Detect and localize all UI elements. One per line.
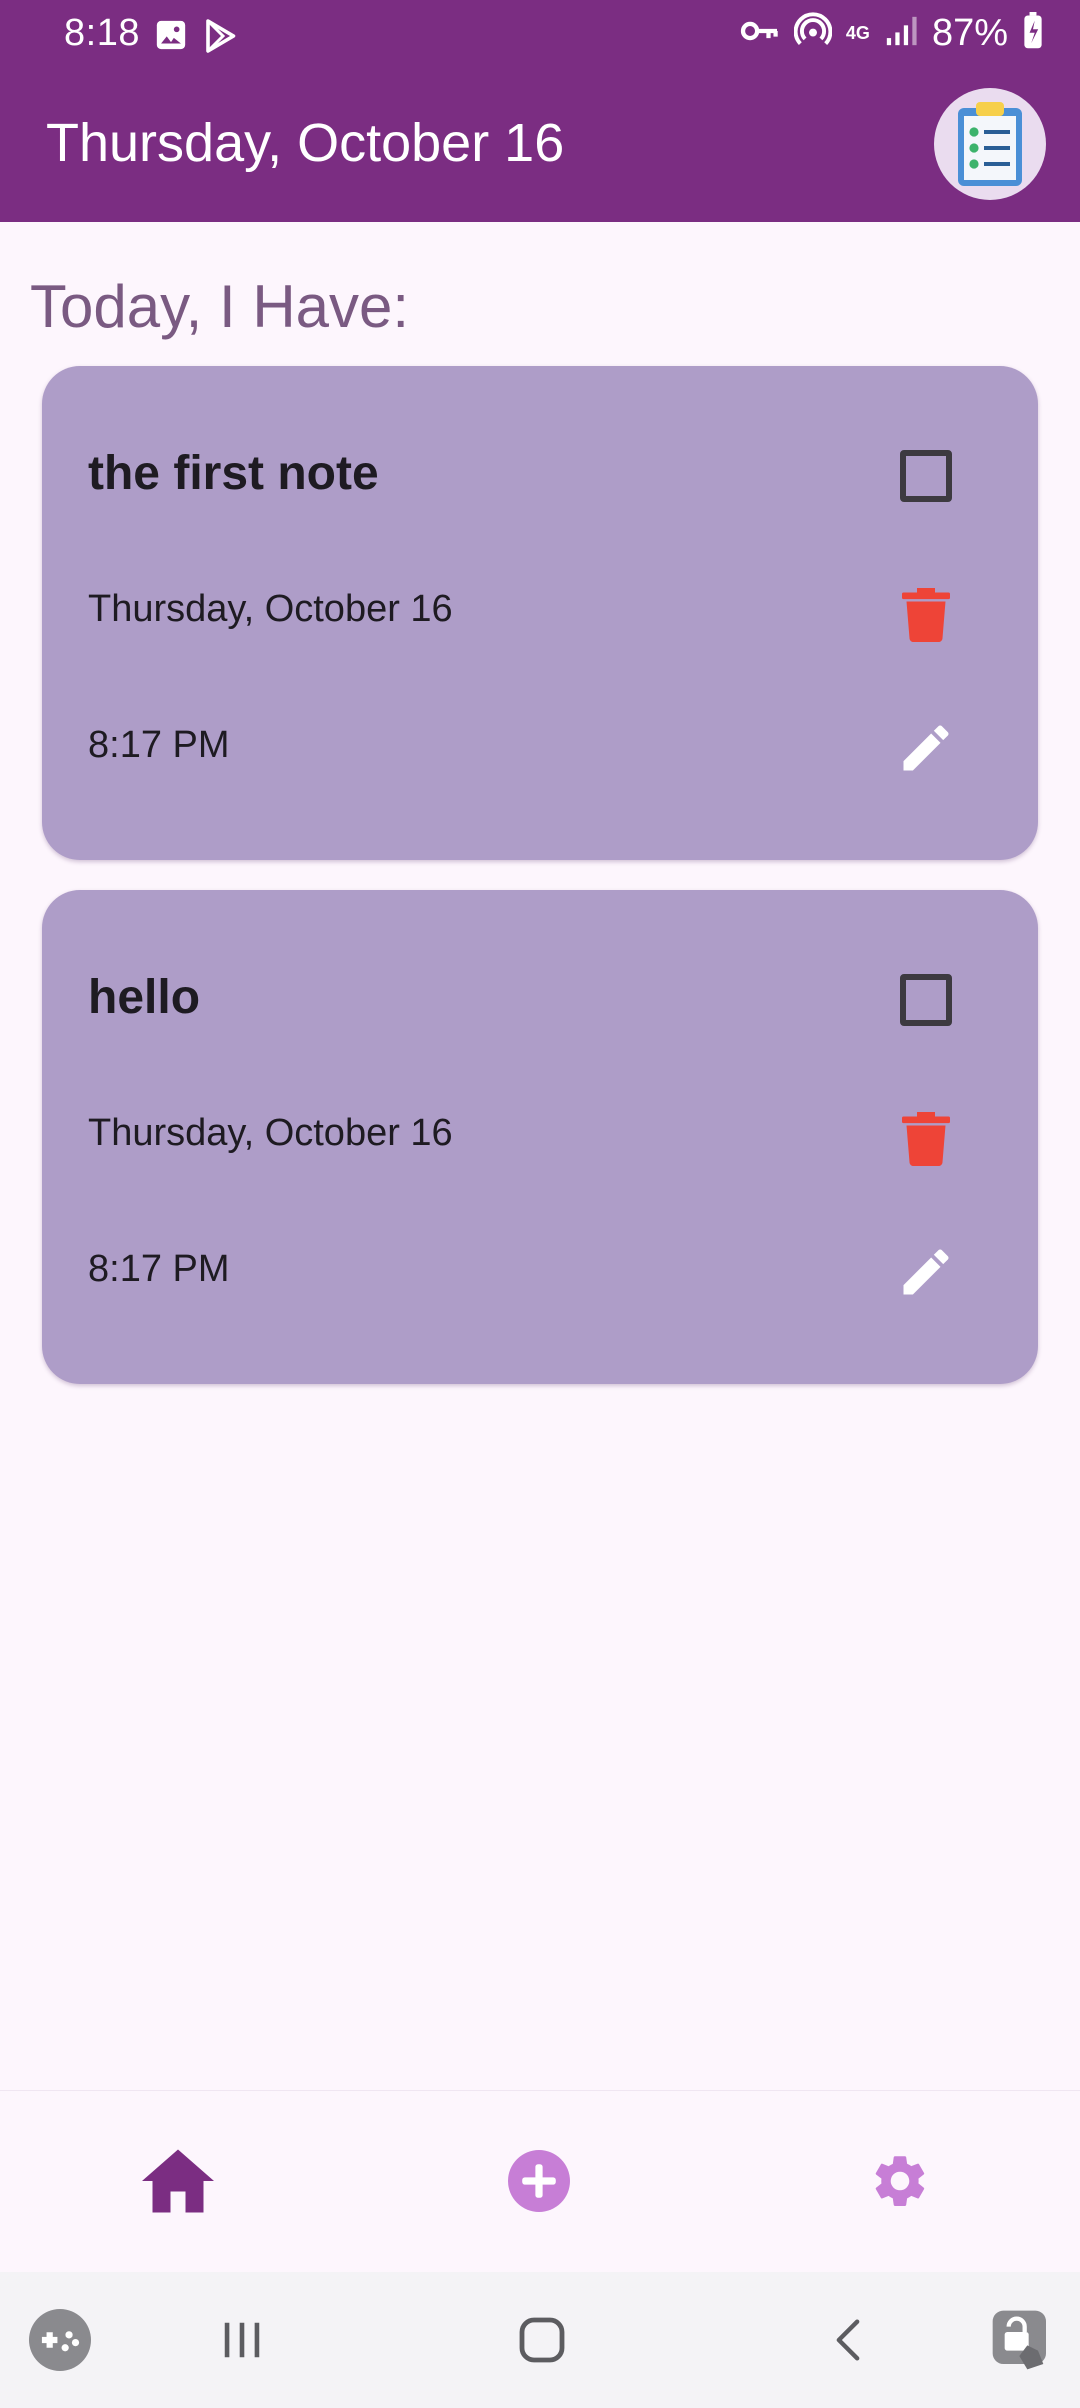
- nav-settings[interactable]: [840, 2121, 960, 2241]
- note-date: Thursday, October 16: [88, 1112, 453, 1154]
- app-logo[interactable]: [934, 88, 1046, 200]
- note-card[interactable]: the first note Thursday, October 16 8:17…: [42, 366, 1038, 860]
- gear-icon: [875, 2156, 925, 2207]
- nav-home[interactable]: [118, 2121, 238, 2241]
- accessibility-button[interactable]: [980, 2298, 1064, 2382]
- section-heading: Today, I Have:: [30, 273, 410, 340]
- back-button[interactable]: [806, 2298, 890, 2382]
- bottom-navigation: [0, 2090, 1080, 2273]
- notification-icons: [154, 18, 238, 59]
- edit-pencil-icon[interactable]: [896, 1242, 956, 1302]
- home-button[interactable]: [500, 2298, 584, 2382]
- vpn-key-icon: [740, 14, 780, 53]
- recent-apps-icon: [224, 2322, 260, 2358]
- status-time: 8:18: [64, 12, 140, 54]
- note-date: Thursday, October 16: [88, 588, 453, 630]
- app-bar-title: Thursday, October 16: [46, 113, 565, 173]
- app-bar: 8:18 4G 87% Thursday, October 16: [0, 0, 1080, 222]
- network-type-icon: 4G: [845, 23, 870, 43]
- game-launcher-button[interactable]: [18, 2298, 102, 2382]
- note-card[interactable]: hello Thursday, October 16 8:17 PM: [42, 890, 1038, 1384]
- add-circle-icon: [508, 2150, 570, 2212]
- back-chevron-icon: [836, 2319, 860, 2361]
- note-time: 8:17 PM: [88, 1248, 230, 1290]
- delete-icon[interactable]: [902, 1112, 950, 1166]
- status-right: 4G 87%: [740, 12, 1044, 55]
- touch-lock-icon: [992, 2310, 1046, 2370]
- play-store-notification-icon: [202, 18, 238, 59]
- home-icon: [142, 2149, 214, 2213]
- battery-percentage: 87%: [931, 12, 1008, 54]
- edit-pencil-icon[interactable]: [896, 718, 956, 778]
- battery-charging-icon: [1022, 12, 1044, 55]
- home-square-icon: [519, 2317, 565, 2363]
- recent-apps-button[interactable]: [200, 2298, 284, 2382]
- screen: 8:18 4G 87% Thursday, October 16 Today, …: [0, 0, 1080, 2408]
- note-title: the first note: [88, 447, 379, 500]
- note-checkbox[interactable]: [900, 450, 952, 502]
- hotspot-icon: [793, 12, 833, 55]
- note-title: hello: [88, 971, 201, 1024]
- game-controller-icon: [29, 2309, 91, 2371]
- system-navigation-bar: [0, 2272, 1080, 2408]
- signal-icon: [884, 14, 918, 53]
- image-notification-icon: [154, 18, 188, 59]
- clipboard-checklist-icon: [958, 102, 1022, 186]
- note-time: 8:17 PM: [88, 724, 230, 766]
- nav-add[interactable]: [479, 2121, 599, 2241]
- status-bar: 8:18 4G 87%: [0, 0, 1080, 70]
- delete-icon[interactable]: [902, 588, 950, 642]
- note-checkbox[interactable]: [900, 974, 952, 1026]
